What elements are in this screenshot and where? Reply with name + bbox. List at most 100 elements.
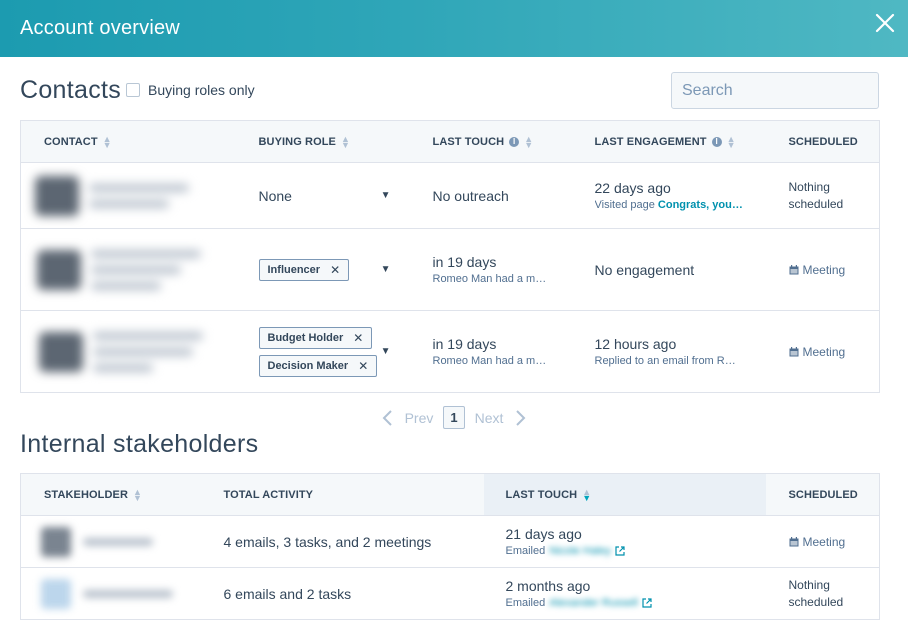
chevron-down-icon[interactable]: ▼ xyxy=(381,264,391,275)
col-stakeholder-label: Stakeholder xyxy=(44,488,129,501)
modal-title: Account overview xyxy=(20,17,180,39)
sort-icon[interactable]: ▲ ▼ xyxy=(103,134,112,149)
emailed-label: Emailed xyxy=(505,545,546,557)
last-touch-value: No outreach xyxy=(432,187,509,204)
engagement-cell: No engagement xyxy=(570,228,766,311)
engagement-cell: 12 hours ago Replied to an email from R… xyxy=(570,310,766,393)
page-number-button[interactable]: 1 xyxy=(443,406,465,429)
stakeholders-header-row: Stakeholder ▲ ▼ Total activity Last touch ▲… xyxy=(20,473,880,516)
scheduled-cell[interactable]: Meeting xyxy=(765,228,880,311)
scheduled-label: Meeting xyxy=(802,262,846,277)
col-scheduled: Scheduled xyxy=(765,473,880,516)
col-last-touch[interactable]: Last touch ▲ ▼ xyxy=(483,473,766,516)
stakeholder-row[interactable]: 4 emails, 3 tasks, and 2 meetings 21 day… xyxy=(20,515,880,568)
chevron-down-icon[interactable]: ▼ xyxy=(381,190,391,201)
scheduled-cell: Nothing scheduled xyxy=(765,162,880,229)
contact-cell[interactable] xyxy=(20,310,236,393)
buying-roles-label: Buying roles only xyxy=(148,82,255,98)
buying-role-cell[interactable]: Budget Holder ✕ Decision Maker ✕ ▼ xyxy=(235,310,409,393)
contact-row[interactable]: Budget Holder ✕ Decision Maker ✕ ▼ in 19 d… xyxy=(20,310,880,393)
stakeholder-blurred xyxy=(41,526,201,557)
avatar xyxy=(39,331,83,372)
scheduled-meeting[interactable]: Meeting xyxy=(789,345,880,359)
contacts-table: Contact ▲ ▼ Buying role ▲ ▼ Last touch i ▲ ▼ La… xyxy=(20,120,880,393)
close-icon[interactable]: ✕ xyxy=(358,359,368,373)
emailed-name-link[interactable]: Nicole Haley xyxy=(549,545,611,557)
external-link-icon[interactable] xyxy=(642,598,652,608)
info-icon[interactable]: i xyxy=(711,136,722,147)
sort-icon[interactable]: ▲ ▼ xyxy=(341,134,350,149)
buying-role-cell[interactable]: None ▼ xyxy=(235,162,409,229)
search-box[interactable] xyxy=(671,72,889,109)
engagement-detail-text: Visited page xyxy=(594,199,658,211)
chevron-left-icon[interactable] xyxy=(381,409,395,427)
scheduled-cell[interactable]: Meeting xyxy=(765,310,880,393)
close-icon[interactable]: ✕ xyxy=(330,263,340,277)
calendar-icon xyxy=(789,346,798,356)
col-last-touch-label: Last touch xyxy=(432,135,505,148)
engagement-value: 22 days ago xyxy=(594,180,671,196)
buying-role-tag[interactable]: Decision Maker ✕ xyxy=(258,354,378,377)
scheduled-value: Nothing scheduled xyxy=(788,179,844,211)
emailed-label: Emailed xyxy=(505,597,546,609)
prev-button[interactable]: Prev xyxy=(405,410,434,426)
scheduled-meeting[interactable]: Meeting xyxy=(789,263,880,277)
stakeholder-cell[interactable] xyxy=(20,567,201,620)
col-last-engagement[interactable]: Last engagement i ▲ ▼ xyxy=(570,120,766,163)
last-touch-cell: 2 months ago Emailed Alexander Russell xyxy=(483,567,766,620)
buying-role-tag[interactable]: Influencer ✕ xyxy=(258,258,350,281)
last-touch-cell: No outreach xyxy=(408,162,571,229)
contact-blurred xyxy=(37,249,236,290)
search-input[interactable] xyxy=(682,81,889,100)
external-link-icon[interactable] xyxy=(615,546,625,556)
sort-icon[interactable]: ▲ ▼ xyxy=(524,134,533,149)
engagement-link[interactable]: Congrats, you… xyxy=(658,199,743,211)
chevron-down-icon[interactable]: ▼ xyxy=(381,346,391,357)
col-buying-role[interactable]: Buying role ▲ ▼ xyxy=(235,120,409,163)
close-icon[interactable]: ✕ xyxy=(353,331,363,345)
stakeholders-table: Stakeholder ▲ ▼ Total activity Last touch ▲… xyxy=(20,473,880,620)
col-scheduled: Scheduled xyxy=(765,120,880,163)
tag-label: Budget Holder xyxy=(267,331,344,344)
engagement-detail: Visited page Congrats, you… xyxy=(595,199,745,211)
avatar xyxy=(41,578,71,609)
engagement-cell: 22 days ago Visited page Congrats, you… xyxy=(570,162,766,229)
engagement-value: No engagement xyxy=(594,261,695,278)
scheduled-cell[interactable]: Meeting xyxy=(765,515,880,568)
scheduled-meeting[interactable]: Meeting xyxy=(789,535,880,549)
col-last-engagement-label: Last engagement xyxy=(594,135,707,148)
col-contact[interactable]: Contact ▲ ▼ xyxy=(20,120,236,163)
info-icon[interactable]: i xyxy=(509,136,520,147)
stakeholders-title: Internal stakeholders xyxy=(20,430,259,458)
activity-value: 4 emails, 3 tasks, and 2 meetings xyxy=(223,533,432,550)
chevron-right-icon[interactable] xyxy=(513,409,527,427)
contact-cell[interactable] xyxy=(20,228,236,311)
sort-icon[interactable]: ▲ ▼ xyxy=(133,487,142,502)
scheduled-value: Nothing scheduled xyxy=(788,577,844,609)
pagination: Prev 1 Next xyxy=(0,406,908,429)
contact-blurred xyxy=(39,331,236,372)
stakeholder-cell[interactable] xyxy=(20,515,201,568)
sort-descending-icon[interactable]: ▲ ▼ xyxy=(582,487,591,502)
activity-value: 6 emails and 2 tasks xyxy=(223,585,352,602)
emailed-name-link[interactable]: Alexander Russell xyxy=(549,597,638,609)
col-last-touch-label: Last touch xyxy=(505,488,578,501)
next-button[interactable]: Next xyxy=(475,410,504,426)
calendar-icon xyxy=(789,264,798,274)
contact-row[interactable]: Influencer ✕ ▼ in 19 days Romeo Man had a… xyxy=(20,228,880,311)
col-last-touch[interactable]: Last touch i ▲ ▼ xyxy=(408,120,571,163)
stakeholder-row[interactable]: 6 emails and 2 tasks 2 months ago Emaile… xyxy=(20,567,880,620)
contact-cell[interactable] xyxy=(20,162,236,229)
last-touch-value: in 19 days xyxy=(432,254,497,270)
buying-role-tag[interactable]: Budget Holder ✕ xyxy=(258,326,373,349)
buying-roles-only-toggle[interactable]: Buying roles only xyxy=(126,82,255,98)
sort-icon[interactable]: ▲ ▼ xyxy=(727,134,736,149)
last-touch-value: 21 days ago xyxy=(505,526,582,542)
buying-roles-checkbox[interactable] xyxy=(126,83,140,97)
scheduled-cell: Nothing scheduled xyxy=(765,567,880,620)
close-icon[interactable] xyxy=(874,12,896,34)
buying-role-cell[interactable]: Influencer ✕ ▼ xyxy=(235,228,409,311)
contact-row[interactable]: None ▼ No outreach 22 days ago Visited p… xyxy=(20,162,880,229)
col-stakeholder[interactable]: Stakeholder ▲ ▼ xyxy=(20,473,201,516)
col-contact-label: Contact xyxy=(44,135,98,148)
